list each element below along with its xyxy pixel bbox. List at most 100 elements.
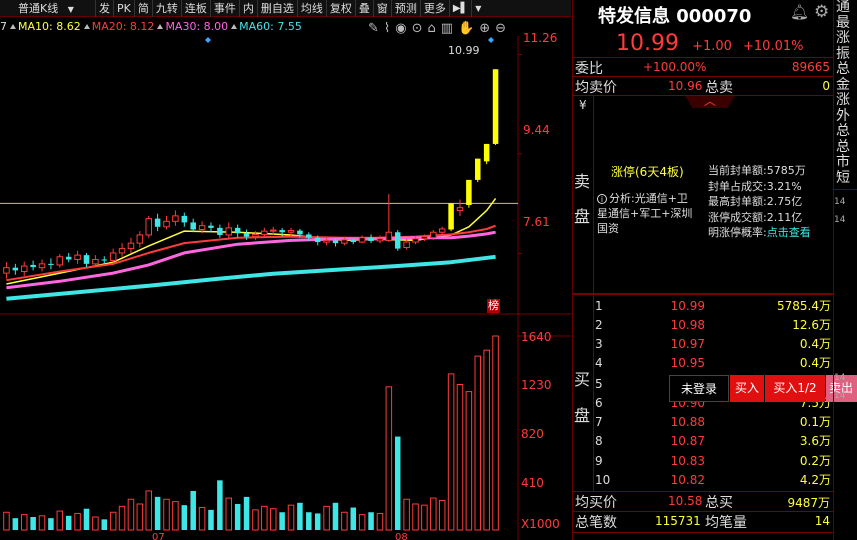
zoom-out-icon[interactable]: ⊖ [495, 21, 506, 36]
order-book-row[interactable]: 9 10.83 0.2万 [573, 453, 833, 470]
volume-bar [48, 518, 54, 530]
volume-bar [154, 496, 161, 530]
tab-more[interactable]: 更多 [421, 0, 450, 17]
avg-lot-value: 14 [814, 514, 830, 528]
volume-bar [287, 504, 295, 531]
side-time: 14 [834, 215, 846, 225]
candle-body [287, 230, 295, 233]
trash-icon[interactable]: ▥ [441, 21, 453, 36]
order-book-row[interactable]: 10 10.82 4.2万 [573, 472, 833, 489]
stock-price-row: 10.99 +1.00 +10.01% [616, 31, 803, 56]
tab-lianban[interactable]: 连板 [182, 0, 211, 17]
hand-icon[interactable]: ✋ [458, 21, 474, 36]
candle-body [56, 256, 64, 266]
candle-body [438, 228, 446, 233]
candle-body [269, 229, 277, 232]
order-book-row[interactable]: 8 10.87 3.6万 [573, 433, 833, 450]
not-logged-in-button[interactable]: 未登录 [669, 375, 729, 402]
lock-icon[interactable]: ⊙ [412, 21, 423, 36]
tab-overlay[interactable]: 叠 [356, 0, 374, 17]
volume-bar [332, 502, 339, 530]
volume-bar [163, 498, 170, 531]
order-book-row[interactable]: 3 10.97 0.4万 [573, 336, 833, 353]
bell-icon[interactable]: 🔔︎ [790, 3, 809, 21]
tab-ma[interactable]: 均线 [298, 0, 327, 17]
tab-nei[interactable]: 内 [240, 0, 258, 17]
side-char: 振 [836, 45, 850, 62]
avg-sell-label: 均卖价 [575, 80, 617, 96]
candle-body [20, 265, 28, 272]
volume-bar [20, 514, 28, 531]
tab-jiuzhuan[interactable]: 九转 [153, 0, 182, 17]
high-marker-label: 10.99 [448, 44, 480, 57]
pen-icon[interactable]: ✎ [368, 21, 379, 36]
brush-icon[interactable]: ⌇ [384, 21, 390, 36]
eye-icon[interactable]: ◉ [395, 21, 406, 36]
tab-fuquan[interactable]: 复权 [327, 0, 356, 17]
tab-jian[interactable]: 简 [135, 0, 153, 17]
stock-change-pct: +10.01% [743, 39, 804, 54]
buy-button[interactable]: 买入 [730, 375, 764, 402]
ma10-line [6, 197, 497, 285]
volume-bar [465, 391, 473, 531]
gear-icon[interactable]: ⚙ [814, 2, 829, 22]
candle-body [376, 238, 384, 242]
side-time: 14 [834, 373, 846, 383]
candle-body [456, 207, 464, 211]
tab-forecast[interactable]: 预测 [392, 0, 421, 17]
info-icon: i [597, 194, 607, 204]
collapse-tab[interactable]: ︿ [685, 96, 735, 108]
volume-bar [447, 373, 455, 531]
candle-body [198, 225, 206, 231]
candle-body [368, 237, 374, 241]
candle-body [421, 236, 428, 240]
analysis-text[interactable]: 分析:光通信+卫星通信+军工+深圳国资 [597, 192, 692, 235]
chart-toolbar: 普通K线 ▼ 发 PK 简 九转 连板 事件 内 删自选 均线 复权 叠 窗 预… [0, 0, 571, 17]
ma20-value: MA20: 8.12 [91, 20, 155, 33]
volume-axis-820: 820 [521, 427, 544, 441]
volume-axis-1230: 1230 [521, 378, 552, 392]
dropdown-icon[interactable]: ▼ [472, 0, 484, 17]
tab-pk[interactable]: PK [114, 0, 135, 17]
candle-body [332, 240, 339, 244]
volume-bar [3, 511, 10, 531]
side-info-strip: 通 最 涨 振 总 金 涨 外 总 总 市 短 14 14 14 14 [833, 0, 857, 540]
tab-fa[interactable]: 发 [96, 0, 114, 17]
side-char: 外 [836, 107, 850, 124]
volume-bar [456, 384, 464, 531]
order-book-row[interactable]: 7 10.88 0.1万 [573, 414, 833, 431]
volume-bar [12, 518, 19, 530]
volume-bar [252, 509, 259, 531]
expand-panel-icon[interactable]: ▶▌ [450, 0, 473, 17]
volume-bar [279, 512, 285, 530]
total-count-label: 总笔数 [575, 515, 617, 531]
zoom-in-icon[interactable]: ⊕ [479, 21, 490, 36]
avg-buy-label: 均买价 [575, 495, 617, 511]
sell-side-label-2: 盘 [574, 207, 591, 226]
order-book-row[interactable]: 4 10.95 0.4万 [573, 355, 833, 372]
period-select[interactable]: 普通K线 ▼ [0, 0, 96, 17]
volume-bar [208, 509, 214, 530]
volume-bar [323, 505, 330, 531]
stat-row[interactable]: 明涨停概率:点击查看 [708, 225, 811, 241]
tab-shijian[interactable]: 事件 [211, 0, 240, 17]
triangle-icon [83, 24, 90, 29]
kline-chart[interactable] [0, 36, 571, 540]
triangle-icon [157, 24, 164, 29]
volume-bar [314, 513, 321, 530]
bang-label[interactable]: 榜 [487, 299, 500, 313]
month-label-08: 08 [395, 532, 408, 540]
candle-body [279, 230, 285, 233]
volume-bar [243, 496, 250, 530]
tab-window[interactable]: 窗 [374, 0, 392, 17]
volume-bar [225, 497, 233, 531]
order-book-row[interactable]: 2 10.98 12.6万 [573, 317, 833, 334]
building-icon[interactable]: ⌂ [428, 21, 436, 36]
avg-lot-label: 均笔量 [705, 515, 747, 531]
tab-remove-watchlist[interactable]: 删自选 [258, 0, 298, 17]
volume-bar [306, 512, 312, 530]
order-book-row[interactable]: 1 10.99 5785.4万 [573, 298, 833, 315]
candle-body [358, 237, 366, 243]
triangle-icon [10, 24, 16, 29]
buy-half-button[interactable]: 买入1/2 [765, 375, 825, 402]
